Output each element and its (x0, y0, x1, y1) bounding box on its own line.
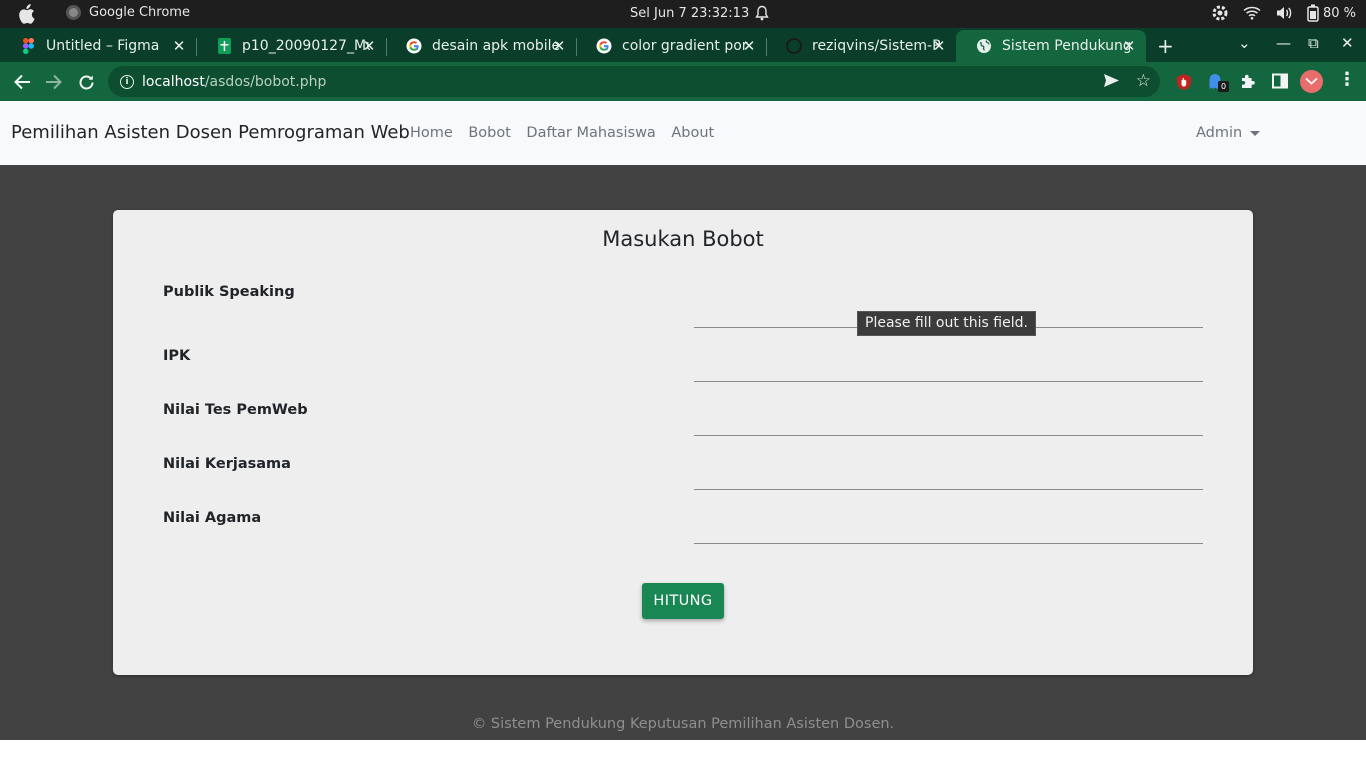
battery-icon (1307, 4, 1319, 22)
nav-link-about[interactable]: About (671, 125, 714, 141)
admin-dropdown-label: Admin (1196, 125, 1243, 141)
profile-avatar[interactable] (1300, 70, 1323, 93)
nilai-tes-pemweb-input[interactable] (694, 410, 1203, 436)
battery-indicator[interactable]: 80 % (1307, 4, 1356, 22)
tab-title: color gradient por (622, 38, 748, 54)
page-footer: © Sistem Pendukung Keputusan Pemilihan A… (471, 716, 895, 732)
globe-icon (976, 38, 992, 54)
settings-gear-icon[interactable] (1211, 4, 1229, 22)
tab-close-icon[interactable]: ✕ (550, 37, 568, 55)
nav-link-bobot[interactable]: Bobot (468, 125, 511, 141)
nav-link-home[interactable]: Home (410, 125, 453, 141)
tab-close-icon[interactable]: ✕ (360, 37, 378, 55)
google-icon (596, 38, 612, 54)
form-title: Masukan Bobot (602, 227, 764, 251)
navbar-links: Home Bobot Daftar Mahasiswa About (410, 125, 730, 141)
tab-close-icon[interactable]: ✕ (930, 37, 948, 55)
github-icon (786, 38, 802, 54)
minimize-window-icon[interactable]: — (1276, 34, 1291, 52)
google-icon (406, 38, 422, 54)
bookmark-star-icon[interactable]: ☆ (1136, 71, 1151, 91)
chrome-icon (66, 5, 81, 20)
url-host: localhost (142, 73, 205, 90)
page-content: Masukan Bobot Publik Speaking IPK Nilai … (0, 165, 1366, 740)
nilai-agama-input[interactable] (694, 518, 1203, 544)
extensions-puzzle-icon[interactable] (1240, 73, 1256, 90)
apple-logo-icon[interactable] (17, 4, 35, 24)
field-label-nilai-kerjasama: Nilai Kerjasama (163, 456, 291, 472)
ipk-input[interactable] (694, 356, 1203, 382)
forward-arrow-icon[interactable] (43, 71, 65, 93)
new-tab-icon[interactable]: + (1157, 34, 1174, 58)
tab-title: desain apk mobile (432, 38, 560, 54)
os-top-bar: Google Chrome Sel Jun 7 23:32:13 80 % (0, 0, 1366, 28)
browser-toolbar: i localhost/asdos/bobot.php ☆ 0 ⋮ (0, 62, 1366, 101)
tab-close-icon[interactable]: ✕ (1120, 37, 1138, 55)
address-bar[interactable]: i localhost/asdos/bobot.php ☆ (108, 66, 1160, 97)
caret-down-icon (1250, 130, 1261, 136)
volume-icon[interactable] (1275, 5, 1293, 21)
active-app-indicator[interactable]: Google Chrome (66, 5, 190, 20)
admin-dropdown[interactable]: Admin (1196, 125, 1261, 141)
field-label-nilai-tes-pemweb: Nilai Tes PemWeb (163, 402, 308, 418)
ublock-extension-icon[interactable] (1175, 73, 1193, 91)
site-navbar: Pemilihan Asisten Dosen Pemrograman Web … (0, 101, 1366, 165)
clock-text: Sel Jun 7 23:32:13 (630, 5, 750, 21)
hitung-submit-button[interactable]: HITUNG (642, 583, 724, 619)
system-tray[interactable]: 80 % (1211, 4, 1356, 22)
back-arrow-icon[interactable] (11, 71, 33, 93)
chrome-menu-kebab-icon[interactable]: ⋮ (1338, 71, 1356, 89)
tab-github-repo[interactable]: reziqvins/Sistem-P ✕ (766, 30, 956, 62)
profile-avatar-icon (1305, 77, 1318, 85)
tab-title: reziqvins/Sistem-P (812, 38, 940, 54)
battery-percentage: 80 % (1322, 5, 1356, 21)
active-app-name: Google Chrome (89, 5, 190, 20)
ghostery-extension[interactable]: 0 (1208, 73, 1230, 93)
reload-icon[interactable] (75, 71, 97, 93)
navbar-brand[interactable]: Pemilihan Asisten Dosen Pemrograman Web (11, 122, 410, 143)
restore-window-icon[interactable]: ⧉ (1308, 34, 1319, 52)
site-info-icon[interactable]: i (120, 74, 134, 89)
send-to-devices-icon[interactable] (1103, 73, 1120, 88)
tab-title: p10_20090127_Mu (242, 38, 370, 54)
extension-badge-count: 0 (1218, 81, 1229, 92)
field-label-publik-speaking: Publik Speaking (163, 284, 295, 300)
alarm-bell-icon (755, 5, 769, 21)
sheets-icon (216, 38, 232, 54)
nav-link-daftar-mahasiswa[interactable]: Daftar Mahasiswa (526, 125, 655, 141)
tab-color-gradient[interactable]: color gradient por ✕ (576, 30, 767, 62)
tab-title: Sistem Pendukung (1002, 38, 1130, 54)
figma-icon (20, 38, 36, 54)
wifi-icon[interactable] (1243, 6, 1261, 20)
field-label-nilai-agama: Nilai Agama (163, 510, 262, 526)
validation-tooltip: Please fill out this field. (857, 311, 1036, 336)
bottom-blank-strip (0, 740, 1366, 768)
tab-desain-apk[interactable]: desain apk mobile ✕ (386, 30, 577, 62)
system-clock[interactable]: Sel Jun 7 23:32:13 (630, 5, 769, 21)
tab-close-icon[interactable]: ✕ (740, 37, 758, 55)
tab-sheets[interactable]: p10_20090127_Mu ✕ (196, 30, 387, 62)
nilai-kerjasama-input[interactable] (694, 464, 1203, 490)
tab-figma[interactable]: Untitled – Figma ✕ (0, 30, 197, 62)
tab-search-chevron-icon[interactable]: ⌄ (1238, 34, 1251, 52)
close-window-icon[interactable]: ✕ (1341, 34, 1354, 52)
tab-sistem-pendukung[interactable]: Sistem Pendukung ✕ (956, 30, 1146, 62)
side-panel-icon[interactable] (1272, 73, 1288, 89)
tab-close-icon[interactable]: ✕ (170, 37, 188, 55)
url-path: /asdos/bobot.php (204, 73, 327, 90)
bobot-form-card: Masukan Bobot Publik Speaking IPK Nilai … (113, 210, 1253, 675)
tab-title: Untitled – Figma (46, 38, 160, 54)
field-label-ipk: IPK (163, 348, 191, 364)
